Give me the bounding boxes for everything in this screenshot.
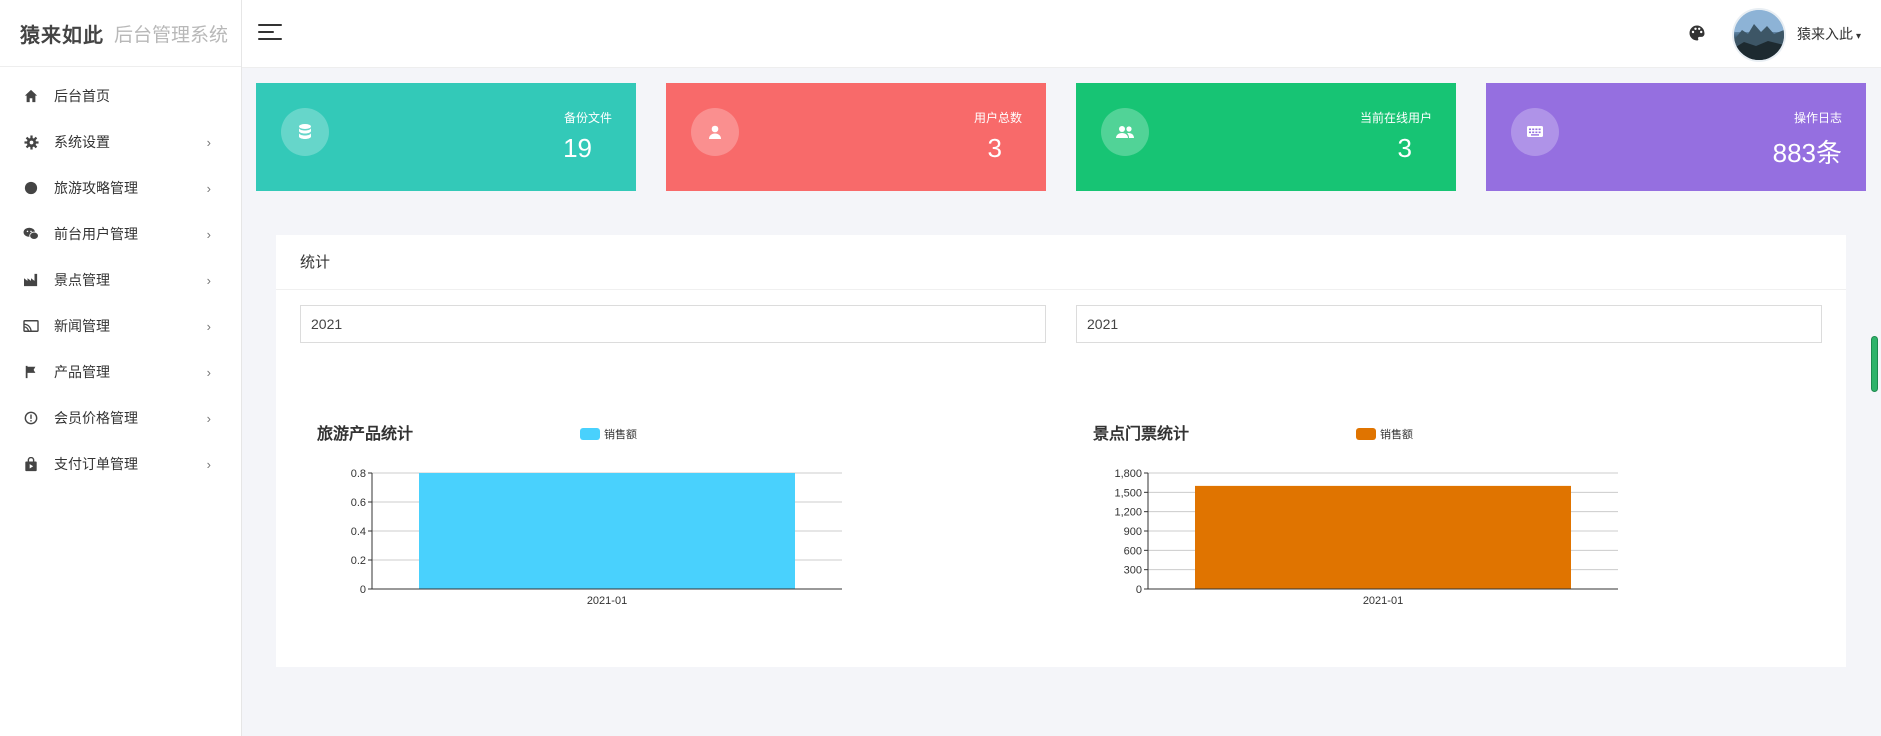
stat-label: 用户总数 <box>973 111 1022 125</box>
stat-value: 19 <box>563 133 592 163</box>
sidebar-item-label: 新闻管理 <box>54 318 110 334</box>
bar <box>419 473 795 589</box>
sidebar-item-home[interactable]: 后台首页 <box>0 73 241 119</box>
sidebar-item-products[interactable]: 产品管理 › <box>0 349 241 395</box>
brand-logo: 猿来如此 <box>20 22 104 47</box>
stat-label: 当前在线用户 <box>1359 111 1432 125</box>
year-input-tickets[interactable] <box>1076 305 1822 343</box>
gear-icon <box>22 133 40 151</box>
legend-label: 销售额 <box>1380 427 1413 441</box>
chevron-right-icon: › <box>206 364 211 380</box>
sidebar-item-travel-guides[interactable]: 旅游攻略管理 › <box>0 165 241 211</box>
y-tick-label: 0 <box>1136 584 1142 596</box>
stat-card-total-users[interactable]: 用户总数 3 <box>666 83 1046 191</box>
sidebar-item-attractions[interactable]: 景点管理 › <box>0 257 241 303</box>
chevron-right-icon: › <box>206 410 211 426</box>
sidebar-item-frontend-users[interactable]: 前台用户管理 › <box>0 211 241 257</box>
keyboard-icon <box>1511 108 1559 156</box>
stat-label: 操作日志 <box>1793 111 1842 125</box>
stat-card-operation-logs[interactable]: 操作日志 883条 <box>1486 83 1866 191</box>
x-tick-label: 2021-01 <box>587 595 627 607</box>
y-tick-label: 0.4 <box>351 526 366 538</box>
menu-toggle-icon[interactable] <box>258 24 282 44</box>
y-tick-label: 1,500 <box>1114 487 1142 499</box>
sidebar: 猿来如此 后台管理系统 后台首页 系统设置 › 旅游攻略管理 › 前台用户管理 … <box>0 0 242 736</box>
avatar[interactable] <box>1734 10 1784 60</box>
year-input-products[interactable] <box>300 305 1046 343</box>
cast-icon <box>22 317 40 335</box>
chevron-right-icon: › <box>206 226 211 242</box>
stat-value: 3 <box>1397 133 1412 163</box>
stat-value: 883条 <box>1772 138 1842 168</box>
panel-title: 统计 <box>276 235 1846 290</box>
chart-svg: 旅游产品统计 销售额 0 0.2 0.4 0.6 0.8 2021-01 <box>317 424 842 607</box>
chevron-right-icon: › <box>206 456 211 472</box>
sidebar-item-label: 前台用户管理 <box>54 226 138 242</box>
circle-icon <box>22 179 40 197</box>
user-menu[interactable]: 猿来入此 ▾ <box>1797 24 1861 44</box>
chart-svg: 景点门票统计 销售额 0 300 600 900 1,200 1,500 1,800 2021-0… <box>1093 424 1618 607</box>
stat-card-backup-files[interactable]: 备份文件 19 <box>256 83 636 191</box>
wechat-icon <box>22 225 40 243</box>
stat-label: 备份文件 <box>563 111 612 125</box>
bar <box>1195 485 1571 589</box>
chart-title: 景点门票统计 <box>1093 424 1189 443</box>
x-tick-label: 2021-01 <box>1363 595 1403 607</box>
chevron-right-icon: › <box>206 180 211 196</box>
brand[interactable]: 猿来如此 后台管理系统 <box>0 0 241 67</box>
chevron-right-icon: › <box>206 272 211 288</box>
sidebar-item-member-pricing[interactable]: 会员价格管理 › <box>0 395 241 441</box>
sidebar-item-news[interactable]: 新闻管理 › <box>0 303 241 349</box>
statistics-panel: 统计 旅游产品统计 销售额 0 0.2 0.4 0.6 0.8 2021-01 景点门票统计 销… <box>276 235 1846 667</box>
legend-label: 销售额 <box>604 427 637 441</box>
flag-icon <box>22 363 40 381</box>
stat-value: 3 <box>987 133 1002 163</box>
users-icon <box>1101 108 1149 156</box>
vertical-scrollbar[interactable] <box>1871 336 1878 392</box>
caret-down-icon: ▾ <box>1856 31 1862 42</box>
factory-icon <box>22 271 40 289</box>
brand-subtitle: 后台管理系统 <box>114 24 229 46</box>
username-label: 猿来入此 <box>1797 26 1853 42</box>
palette-icon[interactable] <box>1688 24 1706 42</box>
y-tick-label: 1,200 <box>1114 507 1142 519</box>
sidebar-item-label: 支付订单管理 <box>54 456 138 472</box>
top-header: 猿来入此 ▾ <box>242 0 1881 68</box>
alert-circle-icon <box>22 409 40 427</box>
y-tick-label: 0.8 <box>351 468 366 480</box>
database-icon <box>281 108 329 156</box>
home-icon <box>22 87 40 105</box>
sidebar-item-label: 旅游攻略管理 <box>54 180 138 196</box>
sidebar-item-label: 景点管理 <box>54 272 110 288</box>
shopping-bag-icon <box>22 455 40 473</box>
chevron-right-icon: › <box>206 318 211 334</box>
y-tick-label: 900 <box>1124 526 1142 538</box>
user-icon <box>691 108 739 156</box>
chart-title: 旅游产品统计 <box>317 424 413 443</box>
y-tick-label: 0.6 <box>351 497 366 509</box>
y-tick-label: 0 <box>360 584 366 596</box>
sidebar-item-system-settings[interactable]: 系统设置 › <box>0 119 241 165</box>
legend-swatch <box>580 428 600 440</box>
sidebar-item-payment-orders[interactable]: 支付订单管理 › <box>0 441 241 487</box>
chevron-right-icon: › <box>206 134 211 150</box>
y-tick-label: 300 <box>1124 565 1142 577</box>
sidebar-item-label: 系统设置 <box>54 134 110 150</box>
legend-swatch <box>1356 428 1376 440</box>
chart-attraction-tickets: 景点门票统计 销售额 0 300 600 900 1,200 1,500 1,800 2021-0… <box>1052 355 1792 615</box>
y-tick-label: 0.2 <box>351 555 366 567</box>
sidebar-menu: 后台首页 系统设置 › 旅游攻略管理 › 前台用户管理 › 景点管理 › 新闻管… <box>0 67 241 487</box>
sidebar-item-label: 产品管理 <box>54 364 110 380</box>
chart-travel-products: 旅游产品统计 销售额 0 0.2 0.4 0.6 0.8 2021-01 <box>276 355 1016 615</box>
y-tick-label: 1,800 <box>1114 468 1142 480</box>
sidebar-item-label: 会员价格管理 <box>54 410 138 426</box>
y-tick-label: 600 <box>1124 545 1142 557</box>
sidebar-item-label: 后台首页 <box>54 88 110 104</box>
stat-card-online-users[interactable]: 当前在线用户 3 <box>1076 83 1456 191</box>
